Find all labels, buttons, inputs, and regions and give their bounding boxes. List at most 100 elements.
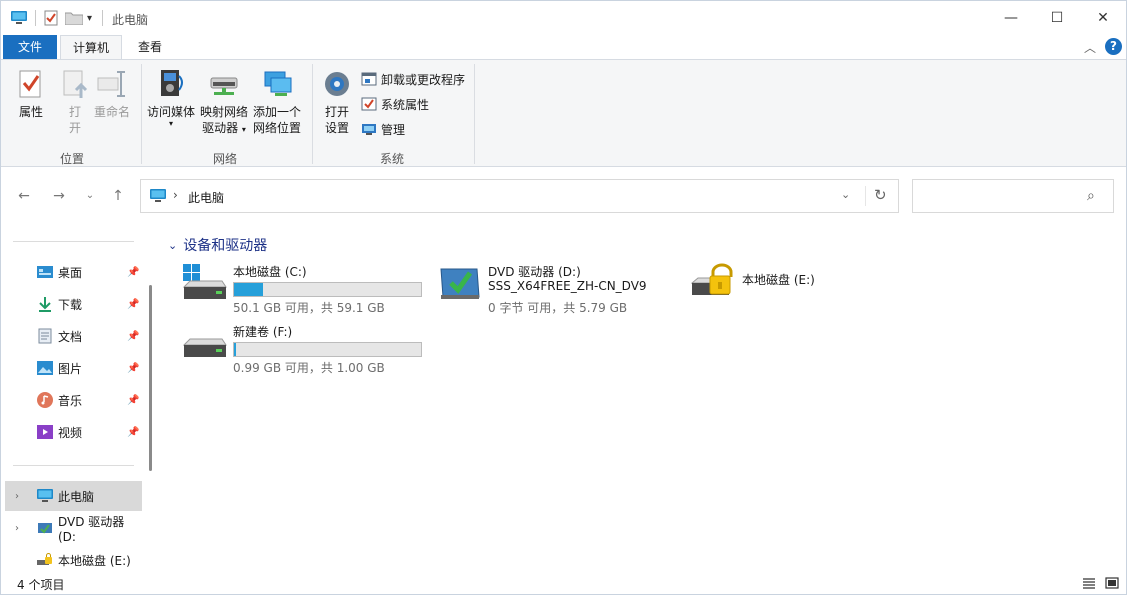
access-media-label: 访问媒体 bbox=[147, 105, 196, 119]
access-media-button[interactable]: 访问媒体 ▾ bbox=[147, 68, 195, 128]
recent-locations-chevron-icon[interactable]: ⌄ bbox=[81, 187, 99, 205]
sidebar-item-label: 桌面 bbox=[58, 265, 83, 280]
details-view-icon[interactable] bbox=[1081, 575, 1097, 591]
open-label-1: 打 bbox=[68, 105, 81, 119]
section-devices-and-drives[interactable]: ⌄ 设备和驱动器 bbox=[168, 235, 267, 255]
group-label-network: 网络 bbox=[213, 152, 238, 166]
expand-chevron-icon[interactable]: › bbox=[15, 491, 19, 502]
forward-arrow-icon[interactable]: → bbox=[50, 187, 68, 205]
new-folder-quick-icon[interactable] bbox=[65, 9, 83, 27]
video-icon bbox=[37, 425, 53, 439]
address-dropdown-chevron-icon[interactable]: ⌄ bbox=[841, 188, 850, 201]
up-arrow-icon[interactable]: ↑ bbox=[109, 187, 127, 205]
desktop-icon bbox=[37, 266, 53, 278]
uninstall-programs-button[interactable]: 卸载或更改程序 bbox=[361, 70, 465, 88]
dvd-drive-icon bbox=[38, 523, 52, 534]
pin-icon[interactable]: 📌 bbox=[127, 331, 139, 342]
uninstall-label: 卸载或更改程序 bbox=[381, 72, 466, 87]
search-box[interactable]: ⌕ bbox=[912, 179, 1114, 213]
sidebar-item-music[interactable]: 音乐 📌 bbox=[1, 385, 142, 415]
map-drive-dropdown-icon: ▾ bbox=[241, 125, 246, 134]
drive-name: 本地磁盘 (C:) bbox=[233, 265, 307, 279]
title-bar: ▾ 此电脑 — ☐ ✕ bbox=[1, 1, 1126, 35]
sidebar-item-documents[interactable]: 文档 📌 bbox=[1, 321, 142, 351]
drive-e[interactable]: 本地磁盘 (E:) bbox=[691, 263, 891, 303]
add-network-location-button[interactable]: 添加一个 网络位置 bbox=[253, 68, 301, 136]
locked-drive-icon bbox=[37, 553, 52, 565]
tab-view[interactable]: 查看 bbox=[125, 35, 175, 59]
tab-file[interactable]: 文件 bbox=[3, 35, 57, 59]
drive-usage-bar bbox=[233, 282, 422, 297]
pin-icon[interactable]: 📌 bbox=[127, 267, 139, 278]
map-drive-label-2: 驱动器 bbox=[202, 121, 239, 135]
breadcrumb-separator-icon[interactable]: › bbox=[173, 188, 178, 202]
file-explorer-window: ▾ 此电脑 — ☐ ✕ 文件 计算机 查看 ︿ ? 属性 打 开 重命名 位置 bbox=[0, 0, 1127, 595]
back-arrow-icon[interactable]: ← bbox=[15, 187, 33, 205]
sidebar-item-pictures[interactable]: 图片 📌 bbox=[1, 353, 142, 383]
properties-quick-icon[interactable] bbox=[44, 9, 58, 27]
drive-free-space: 0 字节 可用，共 5.79 GB bbox=[488, 301, 628, 315]
sidebar-item-this-pc[interactable]: › 此电脑 bbox=[5, 481, 142, 511]
this-pc-icon bbox=[150, 189, 166, 202]
download-icon bbox=[39, 297, 51, 312]
manage-button[interactable]: 管理 bbox=[361, 120, 405, 138]
collapse-chevron-icon[interactable]: ⌄ bbox=[168, 239, 177, 252]
open-settings-button[interactable]: 打开 设置 bbox=[321, 68, 353, 136]
breadcrumb-this-pc[interactable]: 此电脑 bbox=[188, 189, 224, 206]
add-location-label-1: 添加一个 bbox=[253, 105, 302, 119]
sidebar-item-label: 文档 bbox=[58, 329, 83, 344]
system-properties-icon bbox=[361, 97, 377, 111]
close-button[interactable]: ✕ bbox=[1080, 1, 1126, 35]
drive-name: DVD 驱动器 (D:) bbox=[488, 265, 581, 279]
system-properties-button[interactable]: 系统属性 bbox=[361, 95, 429, 113]
properties-button[interactable]: 属性 bbox=[15, 68, 47, 120]
collapse-ribbon-icon[interactable]: ︿ bbox=[1084, 39, 1096, 56]
sidebar-item-label: 本地磁盘 (E:) bbox=[58, 553, 131, 568]
manage-icon bbox=[362, 124, 376, 135]
customize-quick-access-icon[interactable]: ▾ bbox=[87, 9, 92, 27]
rename-label: 重命名 bbox=[94, 105, 131, 119]
sidebar-scrollbar[interactable] bbox=[149, 285, 152, 471]
ribbon-tabs: 文件 计算机 查看 bbox=[1, 35, 1126, 60]
drive-c[interactable]: 本地磁盘 (C:) 50.1 GB 可用，共 59.1 GB bbox=[182, 263, 427, 315]
address-bar[interactable]: › 此电脑 ⌄ ↻ bbox=[140, 179, 899, 213]
tab-computer[interactable]: 计算机 bbox=[60, 35, 122, 60]
drive-f[interactable]: 新建卷 (F:) 0.99 GB 可用，共 1.00 GB bbox=[182, 323, 427, 375]
refresh-icon[interactable]: ↻ bbox=[874, 186, 887, 204]
pin-icon[interactable]: 📌 bbox=[127, 299, 139, 310]
search-icon[interactable]: ⌕ bbox=[1087, 188, 1095, 204]
sidebar-item-local-disk-e[interactable]: 本地磁盘 (E:) bbox=[1, 545, 142, 573]
sidebar-item-label: DVD 驱动器 (D: bbox=[58, 514, 125, 544]
large-icons-view-icon[interactable] bbox=[1104, 575, 1120, 591]
add-location-label-2: 网络位置 bbox=[253, 121, 302, 135]
pin-icon[interactable]: 📌 bbox=[127, 363, 139, 374]
sidebar-item-label: 视频 bbox=[58, 425, 83, 440]
open-label-2: 开 bbox=[68, 121, 81, 135]
drive-usage-fill bbox=[234, 343, 236, 356]
map-drive-label-1: 映射网络 bbox=[200, 105, 249, 119]
drive-d[interactable]: DVD 驱动器 (D:) SSS_X64FREE_ZH-CN_DV9 0 字节 … bbox=[437, 263, 682, 315]
item-count: 4 个项目 bbox=[17, 578, 65, 592]
network-location-icon bbox=[264, 71, 292, 96]
uninstall-icon bbox=[361, 72, 377, 86]
sidebar-item-label: 下载 bbox=[58, 297, 83, 312]
rename-button[interactable]: 重命名 bbox=[94, 68, 130, 120]
locked-drive-icon bbox=[691, 263, 733, 295]
sidebar-item-videos[interactable]: 视频 📌 bbox=[1, 417, 142, 447]
sidebar-item-dvd-drive[interactable]: › DVD 驱动器 (D: bbox=[1, 513, 142, 544]
map-network-drive-button[interactable]: 映射网络 驱动器 ▾ bbox=[200, 68, 248, 138]
drive-name: 新建卷 (F:) bbox=[233, 325, 293, 339]
drive-free-space: 50.1 GB 可用，共 59.1 GB bbox=[233, 301, 385, 315]
sidebar-item-downloads[interactable]: 下载 📌 bbox=[1, 289, 142, 319]
help-icon[interactable]: ? bbox=[1105, 38, 1122, 55]
pin-icon[interactable]: 📌 bbox=[127, 395, 139, 406]
pin-icon[interactable]: 📌 bbox=[127, 427, 139, 438]
maximize-button[interactable]: ☐ bbox=[1034, 1, 1080, 35]
expand-chevron-icon[interactable]: › bbox=[15, 523, 19, 534]
open-button[interactable]: 打 开 bbox=[59, 68, 91, 136]
drive-usage-bar bbox=[233, 342, 422, 357]
sidebar-item-desktop[interactable]: 桌面 📌 bbox=[1, 257, 142, 287]
minimize-button[interactable]: — bbox=[988, 1, 1034, 35]
settings-gear-icon bbox=[325, 72, 349, 96]
navigation-pane: 桌面 📌 下载 📌 文档 📌 图片 📌 音乐 📌 视频 📌 › 此电脑 › DV… bbox=[1, 227, 154, 573]
